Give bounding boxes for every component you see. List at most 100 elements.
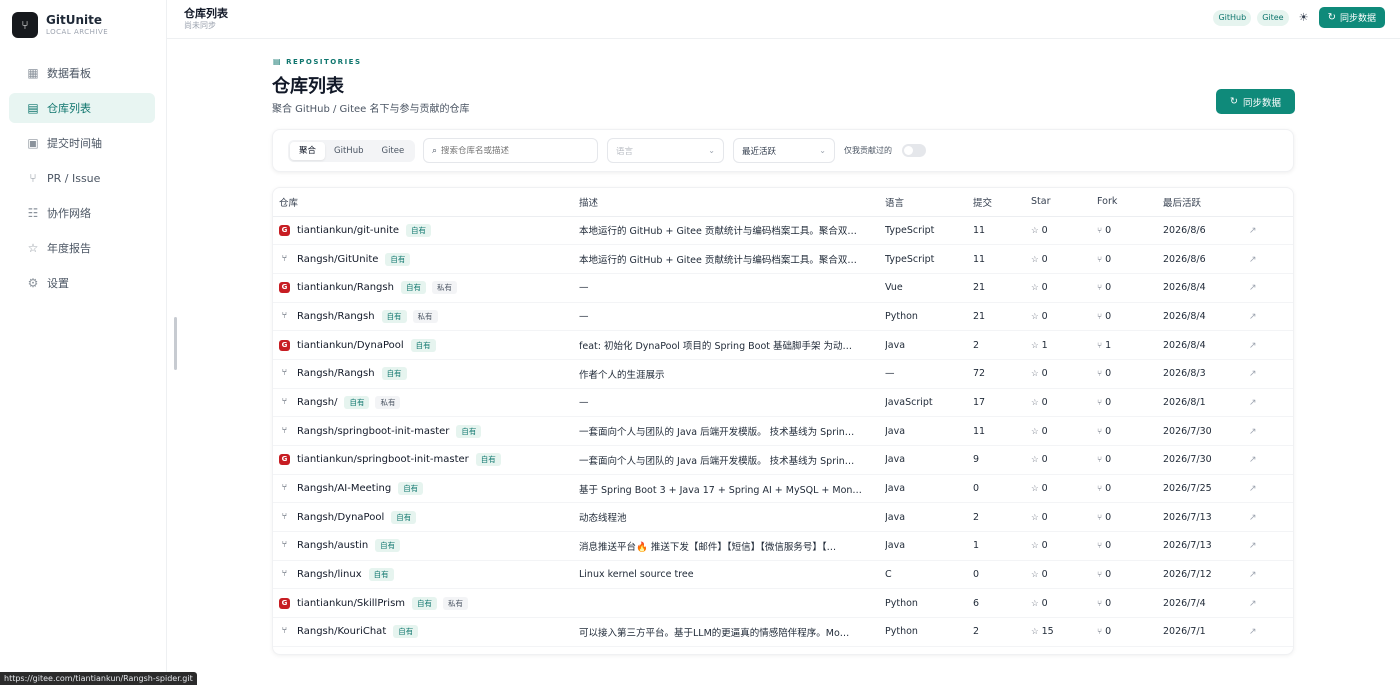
repo-name-link[interactable]: Rangsh/DynaPool: [297, 512, 384, 523]
external-link-icon[interactable]: ↗: [1249, 570, 1257, 580]
repo-name-link[interactable]: tiantiankun/DynaPool: [297, 340, 404, 351]
repo-cell-content: Gtiantiankun/DynaPool 自有: [279, 338, 579, 352]
external-link-icon[interactable]: ↗: [1249, 455, 1257, 465]
sidebar-item-6[interactable]: ⚙ 设置: [9, 268, 155, 298]
repo-cell: ⑂ Rangsh/GitUnite 自有: [273, 244, 579, 274]
external-link-icon[interactable]: ↗: [1249, 398, 1257, 408]
repo-name-link[interactable]: Rangsh/Rangsh: [297, 311, 375, 322]
table-row[interactable]: ⑂ Rangsh/DynaPool 自有 动态线程池 Java 2 ☆ 0 ⑂ 0 2026/7/1…: [273, 502, 1293, 533]
contributed-only-toggle[interactable]: [902, 144, 926, 157]
segment-github[interactable]: GitHub: [325, 142, 372, 160]
table-row[interactable]: ⑂ Rangsh/AI-Meeting 自有 基于 Spring Boot 3 + J…: [273, 474, 1293, 504]
repo-fork-cell: ⑂ 0: [1097, 617, 1163, 647]
repo-last-active: 2026/8/3: [1163, 359, 1249, 389]
fork-icon: ⑂: [1097, 570, 1103, 581]
gitee-logo-icon: G: [279, 597, 290, 609]
table-row[interactable]: Gtiantiankun/git-unite 自有 本地运行的 GitHub + G…: [273, 216, 1293, 246]
external-link-icon[interactable]: ↗: [1249, 255, 1257, 265]
external-link-icon[interactable]: ↗: [1249, 341, 1257, 351]
external-link-icon[interactable]: ↗: [1249, 312, 1257, 322]
table-row[interactable]: ⑂ Rangsh/Rangsh 自有 私有 — Python 21 ☆ 0 ⑂ 0 2026/8/4 ↗: [273, 302, 1293, 332]
col-star[interactable]: Star: [1031, 188, 1097, 217]
sidebar-item-5[interactable]: ☆ 年度报告: [9, 233, 155, 263]
gitee-logo-icon: G: [279, 224, 290, 236]
github-repo-icon: ⑂: [281, 569, 288, 580]
search-box[interactable]: ⌕: [423, 138, 598, 163]
repo-name-link[interactable]: Rangsh/austin: [297, 540, 368, 551]
sidebar-item-1[interactable]: ▤ 仓库列表: [9, 93, 155, 123]
repo-name-link[interactable]: Rangsh/Rangsh: [297, 368, 375, 379]
external-link-icon[interactable]: ↗: [1249, 541, 1257, 551]
own-tag: 自有: [344, 395, 370, 409]
repo-language: TypeScript: [885, 244, 973, 274]
sidebar-item-4[interactable]: ☷ 协作网络: [9, 198, 155, 228]
col-fork[interactable]: Fork: [1097, 188, 1163, 217]
segment-gitee[interactable]: Gitee: [372, 142, 413, 160]
table-row[interactable]: Gtiantiankun/Rangsh 自有 私有 — Vue 21 ☆ 0 ⑂ 0 2026/8/…: [273, 273, 1293, 303]
sidebar-scrollbar[interactable]: [174, 317, 177, 370]
table-row[interactable]: Gtiantiankun/DynaPool 自有 feat: 初始化 DynaPoo…: [273, 330, 1293, 360]
own-tag: 自有: [381, 309, 407, 323]
col-repo[interactable]: 仓库: [273, 188, 579, 217]
sidebar-item-0[interactable]: ▦ 数据看板: [9, 58, 155, 88]
repo-commits: 2: [973, 330, 1031, 360]
brand[interactable]: ⑂ GitUnite LOCAL ARCHIVE: [12, 12, 108, 38]
sidebar-item-3[interactable]: ⑂ PR / Issue: [9, 163, 155, 193]
table-row[interactable]: ⑂ Rangsh/KouriChat 自有 可以接入第三方平台。基于LLM的更逼真的情…: [273, 617, 1293, 647]
repo-name-link[interactable]: Rangsh/AI-Meeting: [297, 483, 391, 494]
repo-actions: ↗: [1249, 531, 1293, 561]
sidebar: ⑂ GitUnite LOCAL ARCHIVE ▦ 数据看板 ▤ 仓库列表 ▣ 提交时间…: [0, 0, 167, 685]
repo-description: 基于 Spring Boot 3 + Java 17 + Spring AI +…: [579, 474, 885, 504]
repo-cell-content: Gtiantiankun/git-unite 自有: [279, 223, 579, 237]
sort-select[interactable]: 最近活跃 ⌄: [733, 138, 835, 163]
repo-name-link[interactable]: tiantiankun/Rangsh: [297, 282, 394, 293]
external-link-icon[interactable]: ↗: [1249, 599, 1257, 609]
language-select[interactable]: 语言 ⌄: [607, 138, 724, 163]
external-link-icon[interactable]: ↗: [1249, 369, 1257, 379]
sidebar-item-label: 数据看板: [47, 67, 91, 80]
external-link-icon[interactable]: ↗: [1249, 283, 1257, 293]
segment-aggregate[interactable]: 聚合: [290, 142, 326, 160]
table-row[interactable]: Gtiantiankun/springboot-init-master 自有 一套面…: [273, 445, 1293, 475]
repo-name-link[interactable]: Rangsh/GitUnite: [297, 254, 378, 265]
table-row[interactable]: ⑂ Rangsh/自有 私有 — JavaScript 17 ☆ 0 ⑂ 0 2026/8/1 ↗: [273, 388, 1293, 418]
table-row[interactable]: ⑂ Rangsh/springboot-init-master 自有 一套面向个人与团…: [273, 416, 1293, 446]
language-select-placeholder: 语言: [616, 146, 634, 157]
own-tag: 自有: [406, 223, 432, 237]
col-commits[interactable]: 提交: [973, 188, 1031, 217]
repo-name-link[interactable]: Rangsh/KouriChat: [297, 626, 386, 637]
sidebar-item-label: 年度报告: [47, 242, 91, 255]
repo-name-link[interactable]: tiantiankun/springboot-init-master: [297, 454, 469, 465]
repo-name-link[interactable]: tiantiankun/SkillPrism: [297, 598, 405, 609]
repo-name-link[interactable]: Rangsh/: [297, 397, 337, 408]
own-tag: 自有: [368, 568, 394, 582]
sidebar-item-2[interactable]: ▣ 提交时间轴: [9, 128, 155, 158]
external-link-icon[interactable]: ↗: [1249, 484, 1257, 494]
table-row[interactable]: ⑂ Rangsh/GitUnite 自有 本地运行的 GitHub + Gitee 贡…: [273, 244, 1293, 274]
repo-name-link[interactable]: Rangsh/linux: [297, 569, 362, 580]
repo-name-link[interactable]: Rangsh/springboot-init-master: [297, 426, 449, 437]
external-link-icon[interactable]: ↗: [1249, 226, 1257, 236]
own-tag: 自有: [385, 252, 411, 266]
col-language[interactable]: 语言: [885, 188, 973, 217]
col-last-active[interactable]: 最后活跃: [1163, 188, 1249, 217]
sync-data-button[interactable]: ↻ 同步数据: [1216, 89, 1295, 114]
theme-toggle-sun-icon[interactable]: ☀: [1297, 11, 1311, 25]
repo-cell: ⑂ Rangsh/Rangsh 自有 私有: [273, 302, 579, 332]
repo-name-link[interactable]: tiantiankun/git-unite: [297, 225, 399, 236]
col-description: 描述: [579, 188, 885, 217]
repo-cell-content: ⑂ Rangsh/KouriChat 自有: [279, 625, 579, 639]
external-link-icon[interactable]: ↗: [1249, 427, 1257, 437]
table-row[interactable]: ⑂ Rangsh/linux 自有 Linux kernel source tree C…: [273, 560, 1293, 590]
table-row[interactable]: Gtiantiankun/SkillPrism 自有 私有 Python 6 ☆ 0 ⑂ 0 20…: [273, 588, 1293, 619]
repo-commits: 11: [973, 244, 1031, 274]
external-link-icon[interactable]: ↗: [1249, 513, 1257, 523]
repo-actions: ↗: [1249, 502, 1293, 533]
table-row[interactable]: ⑂ Rangsh/austin 自有 消息推送平台🔥 推送下发【邮件】【短信】【微信服…: [273, 531, 1293, 561]
topbar-sync-button[interactable]: ↻ 同步数据: [1318, 7, 1385, 28]
table-row[interactable]: ⑂ Rangsh/Rangsh 自有 作者个人的生涯展示 —72 ☆ 0 ⑂ 0 2026/8/3…: [273, 359, 1293, 389]
external-link-icon[interactable]: ↗: [1249, 627, 1257, 637]
search-input[interactable]: [441, 145, 582, 156]
repo-cell: ⑂ Rangsh/austin 自有: [273, 531, 579, 561]
repo-cell: Gtiantiankun/SkillPrism 自有 私有: [273, 588, 579, 619]
